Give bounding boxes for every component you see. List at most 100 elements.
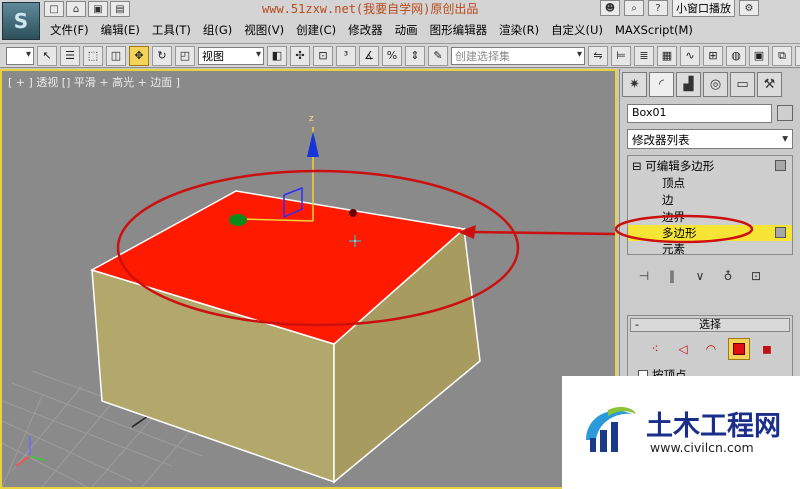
- polygon-level-icon[interactable]: [728, 338, 750, 360]
- menu-edit[interactable]: 编辑(E): [95, 22, 146, 38]
- viewport-label[interactable]: [ + ] 透视 [] 平滑 + 高光 + 边面 ]: [8, 74, 180, 90]
- menu-graph-editors[interactable]: 图形编辑器: [424, 22, 494, 38]
- project-folder-icon[interactable]: ▤: [110, 1, 130, 17]
- menu-animation[interactable]: 动画: [389, 22, 424, 38]
- stack-item-element[interactable]: 元素: [628, 241, 792, 254]
- object-name-field[interactable]: Box01: [627, 104, 772, 123]
- hierarchy-icon[interactable]: ▟: [676, 72, 701, 97]
- pin-stack-icon[interactable]: ⊣: [635, 267, 653, 285]
- display-icon[interactable]: ▭: [730, 72, 755, 97]
- people-icon[interactable]: ☻: [600, 0, 620, 16]
- new-file-icon[interactable]: □: [44, 1, 64, 17]
- watermark-title: 土木工程网: [646, 411, 781, 442]
- gizmo-z-arrow[interactable]: [307, 131, 319, 157]
- menu-modifiers[interactable]: 修改器: [342, 22, 389, 38]
- search-icon[interactable]: ⌕: [624, 0, 644, 16]
- motion-icon[interactable]: ◎: [703, 72, 728, 97]
- title-menu-strip: S □ ⌂ ▣ ▤ www.51zxw.net(我要自学网)原创出品 ☻ ⌕ ?…: [0, 0, 800, 44]
- menu-views[interactable]: 视图(V): [238, 22, 290, 38]
- menu-group[interactable]: 组(G): [197, 22, 238, 38]
- rollout-collapse-toggle[interactable]: -: [635, 319, 639, 331]
- perspective-viewport[interactable]: z [ + ] 透视 [] 平滑 + 高光 + 边面 ]: [0, 69, 617, 489]
- reference-coordinate-dropdown[interactable]: 视图: [198, 46, 264, 65]
- render-setup-icon[interactable]: ▣: [749, 45, 769, 66]
- mini-window-playback-label[interactable]: 小窗口播放: [672, 0, 735, 17]
- select-by-name-icon[interactable]: ☰: [60, 45, 80, 66]
- settings-gear-icon[interactable]: ⚙: [739, 0, 759, 16]
- select-rotate-icon[interactable]: ↻: [152, 45, 172, 66]
- layer-manager-icon[interactable]: ≣: [634, 45, 654, 66]
- menu-maxscript[interactable]: MAXScript(M): [609, 23, 699, 37]
- graphite-ribbon-icon[interactable]: ▦: [657, 45, 677, 66]
- rendered-frame-window-icon[interactable]: ⧉: [772, 45, 792, 66]
- select-move-icon[interactable]: ✥: [129, 45, 149, 66]
- modify-icon[interactable]: ◜: [649, 72, 674, 97]
- stack-root-toggle[interactable]: ⊟: [632, 159, 642, 173]
- edit-named-selection-icon[interactable]: ✎: [428, 45, 448, 66]
- utilities-icon[interactable]: ⚒: [757, 72, 782, 97]
- stack-item-polygon-selected[interactable]: 多边形: [628, 225, 792, 241]
- stack-item-polygon-lamp[interactable]: [775, 227, 786, 238]
- selection-rollout-title: 选择: [699, 318, 721, 331]
- render-production-icon[interactable]: ☕: [795, 45, 800, 66]
- reference-coordinate-value: 视图: [202, 49, 224, 63]
- element-level-icon[interactable]: ◼: [756, 338, 778, 360]
- subobject-level-buttons: ⁖ ◁ ◠ ◼: [644, 338, 778, 360]
- stack-item-edge[interactable]: 边: [628, 192, 792, 208]
- modifier-list-dropdown[interactable]: 修改器列表: [627, 129, 793, 149]
- tutorial-banner: www.51zxw.net(我要自学网)原创出品: [262, 2, 479, 16]
- align-icon[interactable]: ⊨: [611, 45, 631, 66]
- viewport-scene: z: [2, 114, 481, 487]
- stack-buttons: ⊣ ‖ ∨ ♁ ⊡: [627, 265, 793, 287]
- spinner-snap-icon[interactable]: ⇕: [405, 45, 425, 66]
- menu-rendering[interactable]: 渲染(R): [493, 22, 545, 38]
- border-level-icon[interactable]: ◠: [700, 338, 722, 360]
- curve-editor-icon[interactable]: ∿: [680, 45, 700, 66]
- select-manipulate-icon[interactable]: ✣: [290, 45, 310, 66]
- menu-file[interactable]: 文件(F): [44, 22, 95, 38]
- civilcn-logo-icon: [586, 407, 636, 452]
- configure-modifier-sets-icon[interactable]: ⊡: [747, 267, 765, 285]
- select-object-icon[interactable]: ↖: [37, 45, 57, 66]
- stack-item-border[interactable]: 边界: [628, 209, 792, 225]
- keyboard-shortcut-override-icon[interactable]: ⊡: [313, 45, 333, 66]
- menu-bar: 文件(F) 编辑(E) 工具(T) 组(G) 视图(V) 创建(C) 修改器 动…: [44, 20, 800, 40]
- selection-filter-dropdown[interactable]: [6, 46, 34, 65]
- app-logo-glyph: S: [13, 9, 29, 33]
- vertex-level-icon[interactable]: ⁖: [644, 338, 666, 360]
- make-unique-icon[interactable]: ∨: [691, 267, 709, 285]
- help-icon[interactable]: ?: [648, 0, 668, 16]
- show-end-result-icon[interactable]: ‖: [663, 267, 681, 285]
- window-crossing-icon[interactable]: ◫: [106, 45, 126, 66]
- rectangular-selection-icon[interactable]: ⬚: [83, 45, 103, 66]
- pivot-center-icon[interactable]: ◧: [267, 45, 287, 66]
- menu-tools[interactable]: 工具(T): [146, 22, 197, 38]
- stack-root-lamp[interactable]: [775, 160, 786, 171]
- remove-modifier-icon[interactable]: ♁: [719, 267, 737, 285]
- schematic-view-icon[interactable]: ⊞: [703, 45, 723, 66]
- gizmo-axis-label: z: [309, 114, 314, 124]
- open-file-icon[interactable]: ⌂: [66, 1, 86, 17]
- stack-root-editable-poly[interactable]: ⊟ 可编辑多边形: [628, 158, 792, 174]
- stack-item-vertex[interactable]: 顶点: [628, 175, 792, 191]
- edge-level-icon[interactable]: ◁: [672, 338, 694, 360]
- mirror-icon[interactable]: ⇋: [588, 45, 608, 66]
- app-logo-button[interactable]: S: [2, 2, 40, 40]
- save-file-icon[interactable]: ▣: [88, 1, 108, 17]
- angle-snap-icon[interactable]: ∡: [359, 45, 379, 66]
- snaps-toggle-icon[interactable]: ³: [336, 45, 356, 66]
- selection-rollout-header[interactable]: - 选择: [630, 318, 790, 332]
- gizmo-pivot-dot: [349, 209, 357, 217]
- menu-customize[interactable]: 自定义(U): [545, 22, 609, 38]
- percent-snap-icon[interactable]: %: [382, 45, 402, 66]
- select-scale-icon[interactable]: ◰: [175, 45, 195, 66]
- command-panel-tabs: ✷ ◜ ▟ ◎ ▭ ⚒: [622, 72, 782, 97]
- material-editor-icon[interactable]: ◍: [726, 45, 746, 66]
- create-icon[interactable]: ✷: [622, 72, 647, 97]
- quick-access-toolbar: □ ⌂ ▣ ▤: [44, 0, 156, 18]
- named-selection-set-dropdown[interactable]: 创建选择集: [451, 46, 585, 65]
- stack-root-label: 可编辑多边形: [645, 159, 715, 173]
- object-color-swatch[interactable]: [777, 105, 793, 121]
- menu-create[interactable]: 创建(C): [290, 22, 342, 38]
- gizmo-x-handle[interactable]: [229, 214, 247, 226]
